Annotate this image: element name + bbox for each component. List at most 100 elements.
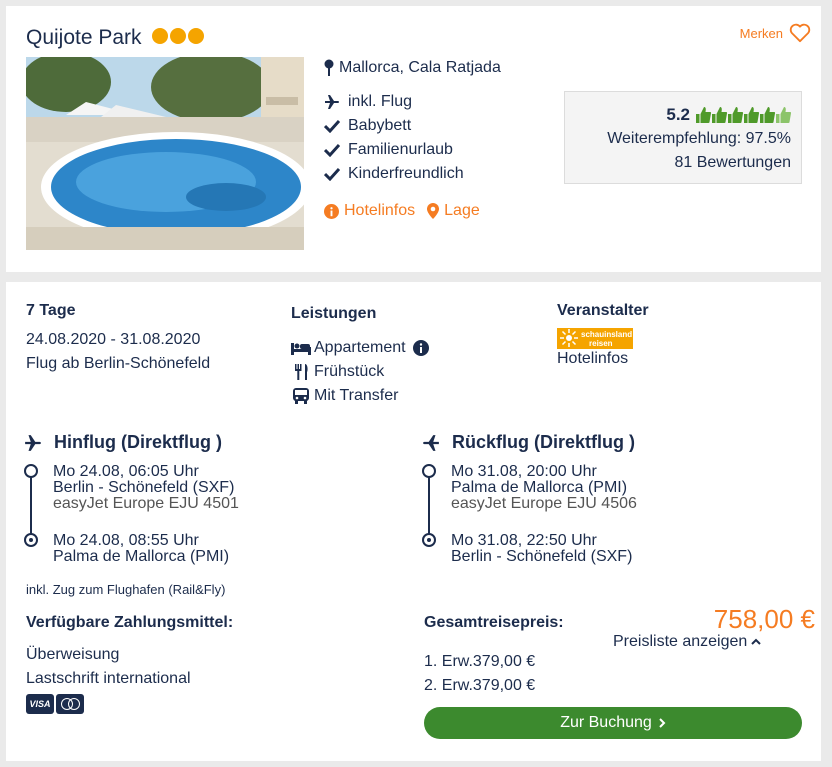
hotel-card: Quijote Park Merken Mallorca, Cala Ratja… <box>6 6 821 272</box>
review-count: 81 Bewertungen <box>674 154 791 171</box>
operator-hotelinfos-link[interactable]: Hotelinfos <box>557 350 628 368</box>
mastercard-icon <box>56 694 84 714</box>
price-heading: Gesamtreisepreis: <box>424 614 564 631</box>
trip-dates: 24.08.2020 - 31.08.2020 <box>26 331 201 348</box>
rail-note: inkl. Zug zum Flughafen (Rail&Fly) <box>26 582 226 597</box>
service-label: Frühstück <box>314 363 385 380</box>
info-icon[interactable] <box>412 340 429 356</box>
star-icon <box>170 28 186 44</box>
return-heading: Rückflug (Direktflug ) <box>420 432 635 453</box>
outbound-arrival: Mo 24.08, 08:55 Uhr Palma de Mallorca (P… <box>53 533 229 565</box>
feature-label: Familienurlaub <box>348 141 453 158</box>
arr-time: Mo 24.08, 08:55 Uhr <box>53 532 199 549</box>
lage-link[interactable]: Lage <box>427 202 480 220</box>
map-marker-icon <box>427 203 440 219</box>
operator-heading: Veranstalter <box>557 302 649 319</box>
dep-time: Mo 31.08, 20:00 Uhr <box>451 463 597 480</box>
thumbs-up-icon <box>696 107 711 123</box>
outbound-timeline <box>30 472 32 540</box>
thumbs-up-icon <box>776 107 791 123</box>
feature-label: Kinderfreundlich <box>348 165 464 182</box>
feature-familienurlaub: Familienurlaub <box>324 141 453 159</box>
hotel-links: Hotelinfos Lage <box>324 202 480 220</box>
logo-text-1: schauinsland <box>581 330 633 339</box>
check-icon <box>324 119 340 133</box>
chevron-up-icon <box>751 638 762 645</box>
logo-text-2: reisen <box>589 339 613 348</box>
feature-babybett: Babybett <box>324 117 411 135</box>
hotel-name[interactable]: Quijote Park <box>26 26 142 50</box>
arr-airport: Berlin - Schönefeld (SXF) <box>451 548 633 565</box>
outbound-departure: Mo 24.08, 06:05 Uhr Berlin - Schönefeld … <box>53 464 239 512</box>
dep-airport: Berlin - Schönefeld (SXF) <box>53 479 235 496</box>
visa-icon: VISA <box>26 694 54 714</box>
heart-icon <box>789 23 811 43</box>
outbound-heading: Hinflug (Direktflug ) <box>22 432 222 453</box>
service-fruehstueck: Frühstück <box>291 363 384 381</box>
check-icon <box>324 143 340 157</box>
arrival-marker <box>24 533 38 547</box>
feature-flight: inkl. Flug <box>324 93 412 111</box>
map-pin-icon <box>324 59 334 76</box>
rating-box[interactable]: 5.2 Weiterempfehlung: 97.5% 81 Bewertung… <box>564 91 802 184</box>
dep-time: Mo 24.08, 06:05 Uhr <box>53 463 199 480</box>
feature-kinderfreundlich: Kinderfreundlich <box>324 165 464 183</box>
service-label: Appartement <box>314 339 406 356</box>
hotelinfos-link[interactable]: Hotelinfos <box>324 202 415 220</box>
thumbs-up-icon <box>760 107 775 123</box>
price-line: 2. Erw.379,00 € <box>424 677 536 694</box>
dep-airport: Palma de Mallorca (PMI) <box>451 479 628 496</box>
service-appartement: Appartement <box>291 339 429 357</box>
merken-button[interactable]: Merken <box>740 23 811 43</box>
feature-label: Babybett <box>348 117 412 134</box>
hotelinfos-label: Hotelinfos <box>344 202 416 219</box>
plane-icon <box>423 434 439 451</box>
booking-button[interactable]: Zur Buchung <box>424 707 802 739</box>
departure-marker <box>422 464 436 478</box>
rating-score: 5.2 <box>666 105 690 124</box>
arrival-marker <box>422 533 436 547</box>
services-heading: Leistungen <box>291 305 377 322</box>
thumbs-up-icon <box>744 107 759 123</box>
bus-icon <box>293 388 309 404</box>
price-list-label: Preisliste anzeigen <box>613 633 748 650</box>
thumbs-up-icon <box>728 107 743 123</box>
price-line: 1. Erw.379,00 € <box>424 653 536 670</box>
plane-icon <box>325 95 339 109</box>
recommendation-rate: Weiterempfehlung: 97.5% <box>607 130 791 147</box>
merken-label: Merken <box>739 25 783 41</box>
departure-marker <box>24 464 38 478</box>
price-list-link[interactable]: Preisliste anzeigen <box>613 633 762 651</box>
payment-cards: VISA <box>26 694 84 714</box>
return-timeline <box>428 472 430 540</box>
plane-icon <box>25 434 41 451</box>
operator-logo: schauinsland reisen <box>557 328 633 349</box>
service-transfer: Mit Transfer <box>291 387 398 405</box>
thumbs-up-icon <box>712 107 727 123</box>
return-departure: Mo 31.08, 20:00 Uhr Palma de Mallorca (P… <box>451 464 637 512</box>
payment-method: Lastschrift international <box>26 670 191 687</box>
payment-method: Überweisung <box>26 646 120 663</box>
payment-heading: Verfügbare Zahlungsmittel: <box>26 614 234 631</box>
booking-button-label: Zur Buchung <box>560 714 652 731</box>
trip-duration: 7 Tage <box>26 302 76 319</box>
offer-card: 7 Tage 24.08.2020 - 31.08.2020 Flug ab B… <box>6 282 821 761</box>
star-icon <box>152 28 168 44</box>
airline: easyJet Europe EJU 4501 <box>53 495 239 512</box>
return-arrival: Mo 31.08, 22:50 Uhr Berlin - Schönefeld … <box>451 533 632 565</box>
info-icon <box>324 203 339 219</box>
hotel-photo[interactable] <box>26 57 304 250</box>
hotel-location: Mallorca, Cala Ratjada <box>324 59 501 77</box>
trip-departure: Flug ab Berlin-Schönefeld <box>26 355 211 372</box>
sun-logo-icon <box>560 329 578 347</box>
location-text: Mallorca, Cala Ratjada <box>339 59 501 76</box>
airline: easyJet Europe EJU 4506 <box>451 495 637 512</box>
arr-airport: Palma de Mallorca (PMI) <box>53 548 230 565</box>
chevron-right-icon <box>659 718 666 728</box>
bed-icon <box>291 343 311 355</box>
hotel-stars <box>152 28 204 44</box>
lage-label: Lage <box>444 202 480 219</box>
service-label: Mit Transfer <box>314 387 399 404</box>
thumbs-rating <box>696 107 791 123</box>
total-price: 758,00 € <box>713 604 815 634</box>
